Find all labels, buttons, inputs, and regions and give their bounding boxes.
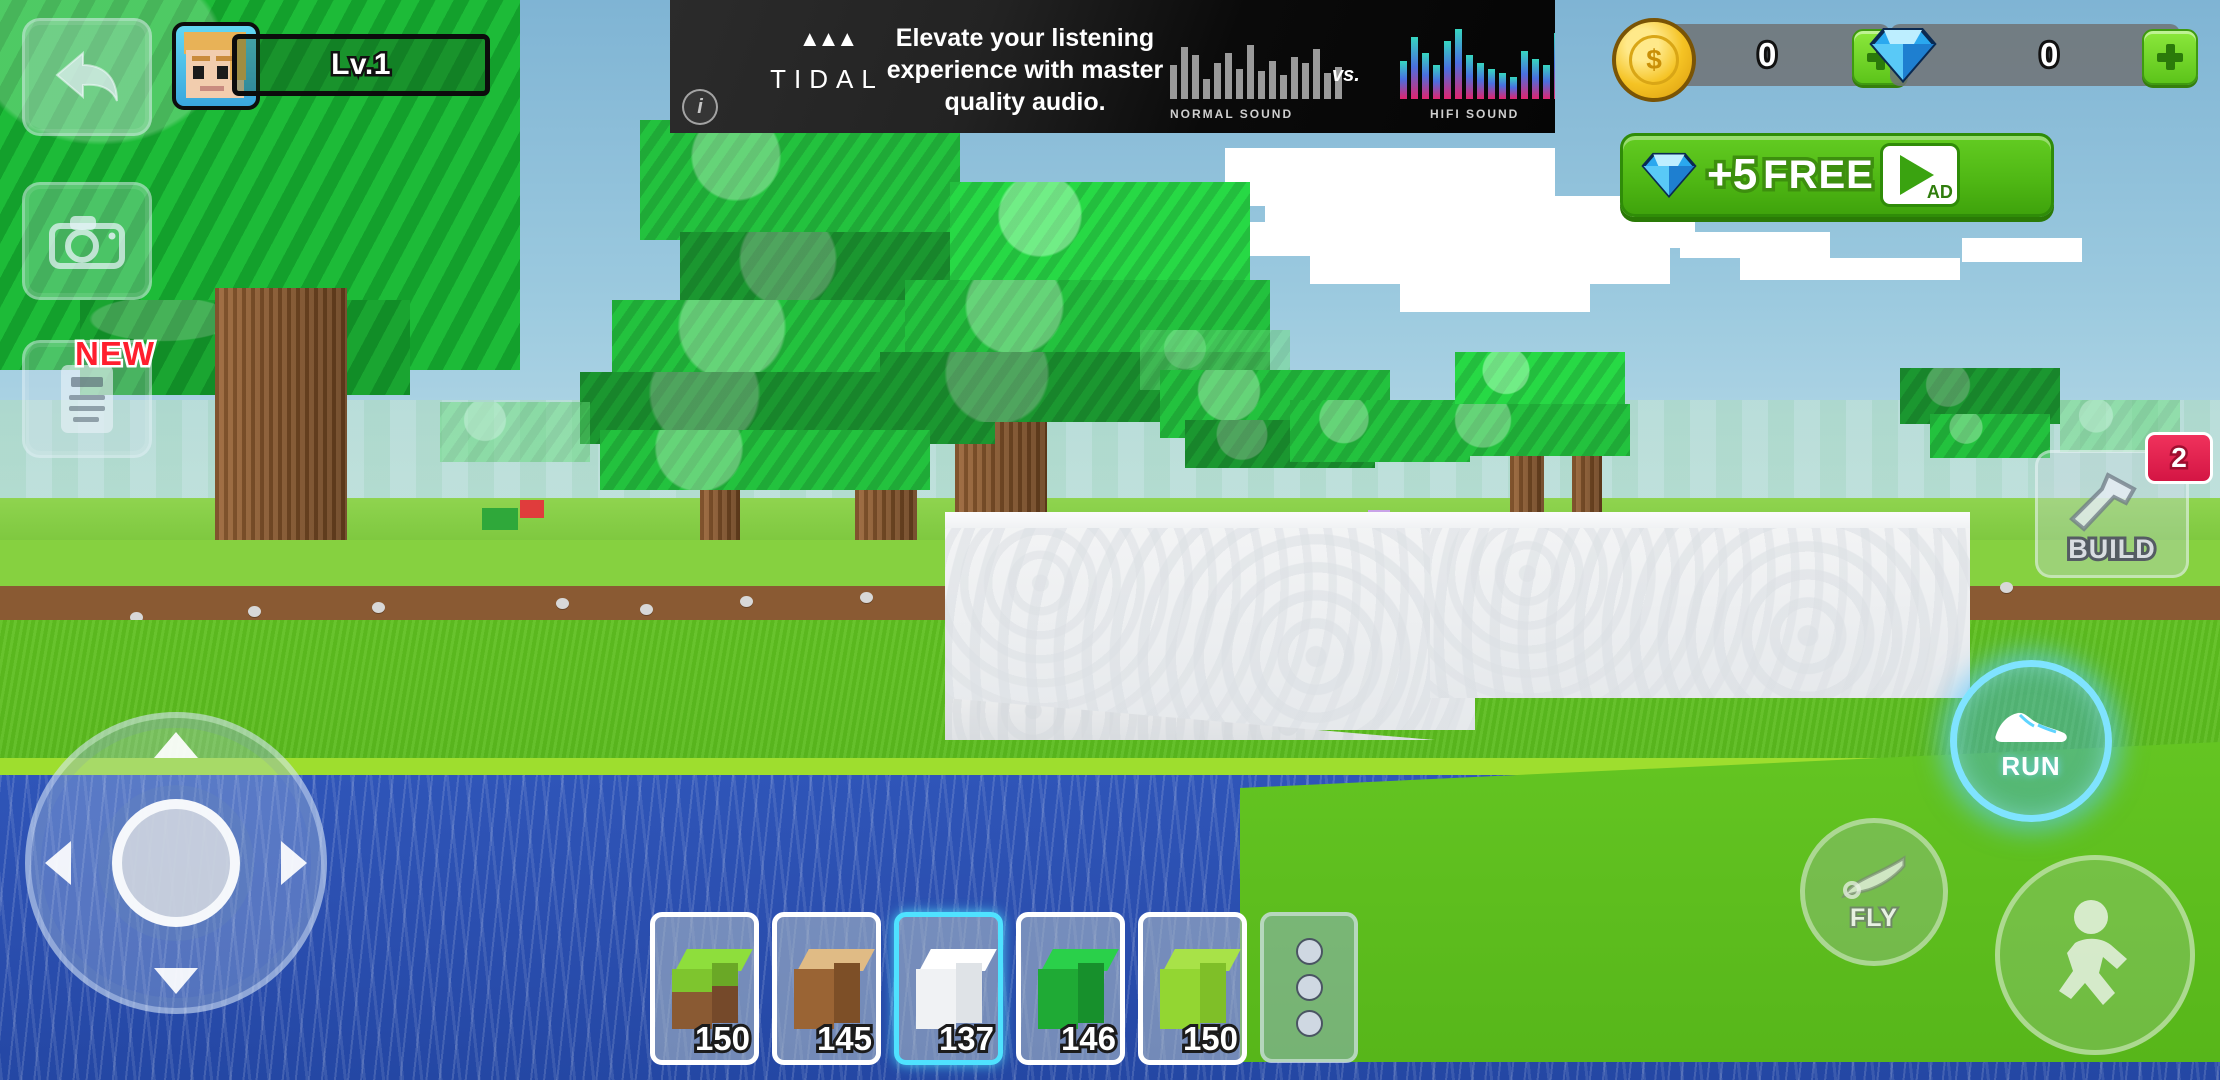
back-arrow-icon [55,50,118,102]
hifi-sound-equalizer [1400,25,1555,99]
dpad-up-arrow[interactable] [154,732,198,758]
wing-icon [1841,854,1906,899]
coin-counter: $ 0 [1612,18,1908,102]
normal-sound-equalizer [1170,45,1342,99]
back-button[interactable] [22,18,152,136]
camera-icon [49,216,125,269]
block-icon [1159,948,1241,1029]
ad-headline: Elevate your listening experience with m… [886,24,1164,116]
fly-label: FLY [1848,902,1899,934]
run-button[interactable]: RUN [1950,660,2112,822]
avatar-mouth [200,86,224,91]
movement-joystick[interactable] [25,712,327,1014]
cube-right [833,962,860,1023]
dot-icon [1295,938,1323,965]
camera-button[interactable] [22,182,152,300]
running-shoe-icon [1995,712,2067,742]
gold-coin-icon: $ [1612,18,1696,102]
block-icon [793,948,875,1029]
cube-right [711,962,738,1023]
run-label: RUN [2001,750,2061,781]
game-screen: NEW Lv.1 ▲▲▲ TIDAL Elevate your listenin… [0,0,2220,1080]
block-count: 146 [1058,1017,1119,1060]
block-count: 150 [1180,1017,1241,1060]
free-gems-amount: +5 [1703,147,1760,203]
hotbar: 150 145 137 146 150 [650,912,1358,1065]
watch-ad-chip[interactable]: AD [1879,143,1960,207]
joystick-knob[interactable] [112,799,240,927]
gem-counter: 0 [1869,24,2198,86]
ad-banner[interactable]: ▲▲▲ TIDAL Elevate your listening experie… [670,0,1555,133]
hammer-icon [2069,472,2137,532]
cube-right [955,962,982,1023]
dpad-left-arrow[interactable] [45,841,71,885]
news-button[interactable] [22,340,152,458]
hotbar-slot[interactable]: 145 [772,912,881,1065]
level-progress-bar: Lv.1 [232,34,490,96]
diamond-gem-icon [1641,152,1697,199]
cube-right [1077,962,1104,1023]
avatar-brow [216,56,232,61]
block-icon [915,948,997,1029]
more-blocks-button[interactable] [1260,912,1358,1063]
fly-button[interactable]: FLY [1800,818,1948,966]
cube-right [1199,962,1226,1023]
free-gems-label: FREE [1760,149,1877,200]
jump-button[interactable] [1995,855,2195,1055]
free-gems-ad-button[interactable]: +5 FREE AD [1620,133,2054,217]
gem-value: 0 [2037,33,2061,76]
build-count-badge: 2 [2145,432,2213,484]
dot-icon [1295,1010,1323,1037]
ad-chip-label: AD [1926,182,1953,202]
block-count: 150 [692,1017,753,1060]
coin-value: 0 [1755,33,1779,76]
block-icon [1037,948,1119,1029]
vs-label: vs. [1332,64,1360,86]
level-label: Lv.1 [329,46,393,84]
dot-icon [1295,974,1323,1001]
hotbar-slot[interactable]: 150 [650,912,759,1065]
block-count: 137 [936,1017,997,1060]
hotbar-slot[interactable]: 146 [1016,912,1125,1065]
normal-sound-caption: NORMAL SOUND [1170,107,1294,121]
ad-info-icon[interactable]: i [682,89,718,125]
avatar-eye [193,66,204,79]
dpad-right-arrow[interactable] [281,841,307,885]
avatar-eye [217,66,228,79]
hotbar-slot-selected[interactable]: 137 [894,912,1003,1065]
news-icon [61,365,113,433]
block-count: 145 [814,1017,875,1060]
running-person-icon [2059,900,2127,1005]
diamond-gem-icon [1869,28,1937,84]
hifi-sound-caption: HIFI SOUND [1430,107,1520,121]
add-gems-button[interactable] [2142,29,2198,85]
hotbar-slot[interactable]: 150 [1138,912,1247,1065]
block-icon [671,948,753,1029]
avatar-brow [192,56,210,61]
dpad-down-arrow[interactable] [154,968,198,994]
hud-overlay: NEW Lv.1 ▲▲▲ TIDAL Elevate your listenin… [0,0,2220,1080]
